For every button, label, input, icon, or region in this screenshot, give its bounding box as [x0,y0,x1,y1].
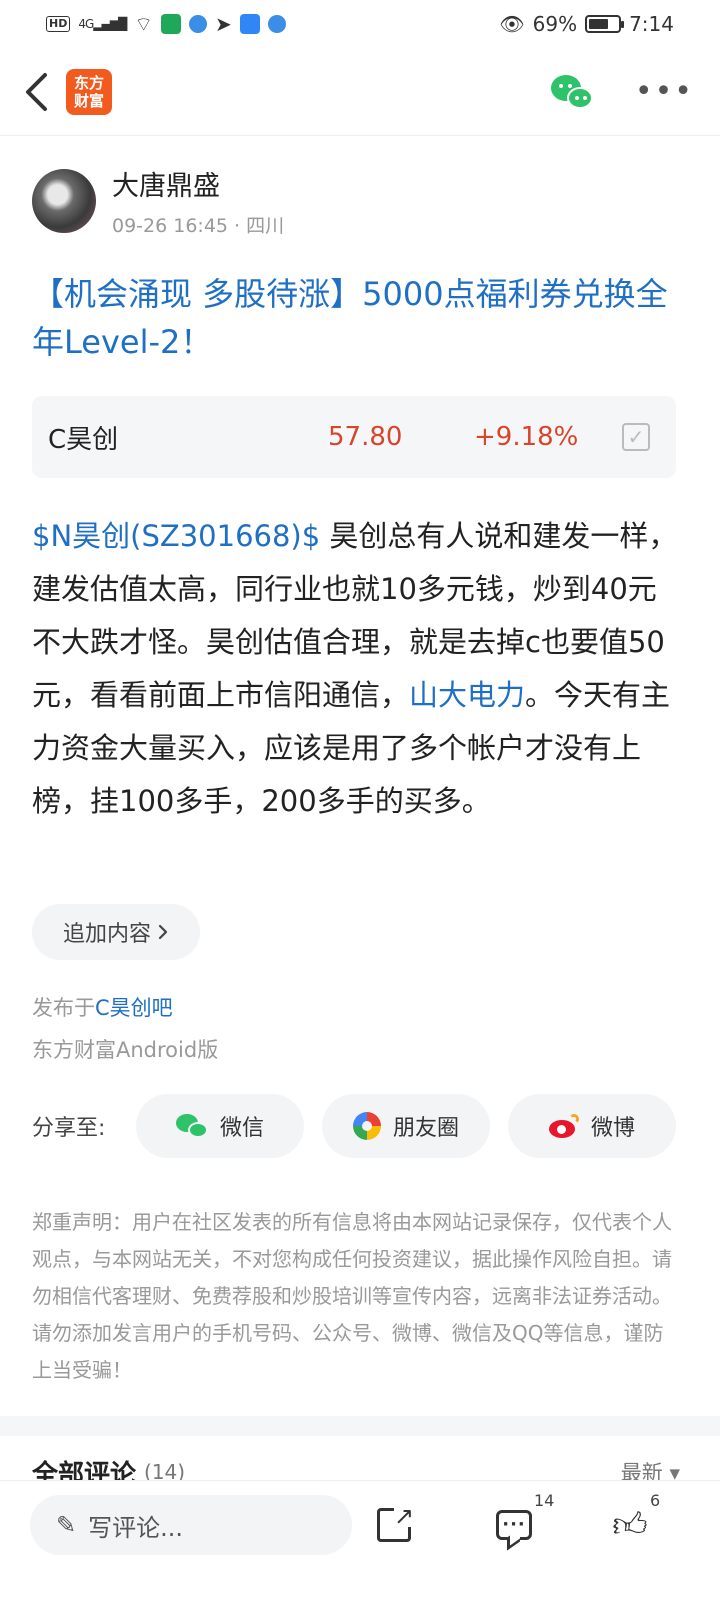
comment-input[interactable]: ✎ 写评论... [30,1495,352,1555]
share-wechat-button[interactable]: 微信 [136,1094,304,1158]
comments-button[interactable]: ··· 14 [488,1491,554,1551]
status-bar: HD 4G▂▄▆█ ⌔ ➤ 👁 69% 7:14 [0,0,720,48]
publish-info: 发布于C昊创吧 [32,992,173,1022]
post-body: $N昊创(SZ301668)$ 昊创总有人说和建发一样，建发估值太高，同行业也就… [32,510,682,828]
app-notification-icon [189,15,208,33]
like-button[interactable]: 👍︎ 6 [604,1491,660,1551]
weibo-icon [548,1114,579,1138]
more-dots-icon: ••• [634,74,694,109]
stock-link[interactable]: 山大电力 [409,678,525,712]
stock-link[interactable]: $N昊创(SZ301668)$ [32,519,320,553]
share-row: 分享至: 微信 朋友圈 微博 [32,1094,676,1158]
post-timestamp-location: 09-26 16:45 · 四川 [112,215,285,237]
app-notification-icon [267,15,286,33]
hd-icon: HD [46,16,71,32]
thumbs-up-icon: 👍︎ [612,1504,648,1545]
section-divider [0,1416,720,1436]
top-nav-bar: 东方 财富 ••• [0,48,720,136]
stock-change: +9.18% [474,422,579,452]
status-icons-right: 👁 69% 7:14 [499,12,674,36]
share-weibo-button[interactable]: 微博 [508,1094,676,1158]
add-content-label: 追加内容 [62,922,151,947]
publish-prefix: 发布于 [32,996,95,1020]
like-count-badge: 6 [650,1491,661,1510]
share-moments-button[interactable]: 朋友圈 [322,1094,490,1158]
comment-input-placeholder: 写评论... [88,1513,183,1542]
battery-fill [589,19,609,29]
app-notification-icon [161,14,182,34]
comment-count-badge: 14 [534,1491,555,1510]
share-wechat-label: 微信 [219,1116,264,1141]
avatar[interactable] [32,169,96,233]
wechat-share-button[interactable] [550,74,595,109]
comment-icon: ··· [496,1510,532,1540]
logo-line-2: 财富 [73,91,104,110]
battery-percent: 69% [532,12,578,36]
back-button[interactable] [16,62,56,122]
share-weibo-label: 微博 [590,1116,635,1141]
chevron-right-icon [158,924,168,940]
stock-quote-card[interactable]: C昊创 57.80 +9.18% ✓ [32,396,676,478]
pen-icon: ✎ [56,1511,77,1539]
share-moments-label: 朋友圈 [392,1116,459,1141]
share-button[interactable]: ↗ [368,1499,420,1551]
eastmoney-logo[interactable]: 东方 财富 [66,68,112,115]
bottom-action-bar: ✎ 写评论... ↗ ··· 14 👍︎ 6 [0,1480,720,1600]
wechat-icon [175,1112,208,1140]
post-title[interactable]: 【机会涌现 多股待涨】5000点福利券兑换全年Level-2！ [32,270,692,366]
signal-icon: 4G▂▄▆█ [78,17,127,31]
author-header: 大唐鼎盛 09-26 16:45 · 四川 [32,164,284,238]
share-label: 分享至: [32,1116,106,1141]
telegram-icon: ➤ [215,12,232,36]
more-options-button[interactable]: ••• [635,74,694,109]
cloud-icon [239,14,260,34]
author-info: 大唐鼎盛 09-26 16:45 · 四川 [112,164,284,238]
status-icons-left: HD 4G▂▄▆█ ⌔ ➤ [46,12,286,37]
nav-actions: ••• [550,74,704,109]
stock-name: C昊创 [48,424,119,455]
share-external-icon: ↗ [377,1504,414,1542]
clock: 7:14 [629,12,674,36]
client-info: 东方财富Android版 [32,1038,219,1062]
bar-link[interactable]: C昊创吧 [95,996,173,1020]
network-type: 4G [78,17,94,31]
stock-price: 57.80 [328,422,403,452]
chevron-left-icon [26,72,47,111]
eye-icon: 👁 [499,12,525,36]
battery-icon [585,15,625,33]
add-content-button[interactable]: 追加内容 [32,904,200,960]
wechat-icon-small [566,86,593,109]
watchlist-check-icon[interactable]: ✓ [622,423,650,451]
wifi-icon: ⌔ [134,11,154,36]
disclaimer-text: 郑重声明：用户在社区发表的所有信息将由本网站记录保存，仅代表个人观点，与本网站无… [32,1210,672,1382]
author-name[interactable]: 大唐鼎盛 [112,164,284,203]
logo-line-1: 东方 [73,73,104,92]
moments-icon [352,1112,381,1140]
